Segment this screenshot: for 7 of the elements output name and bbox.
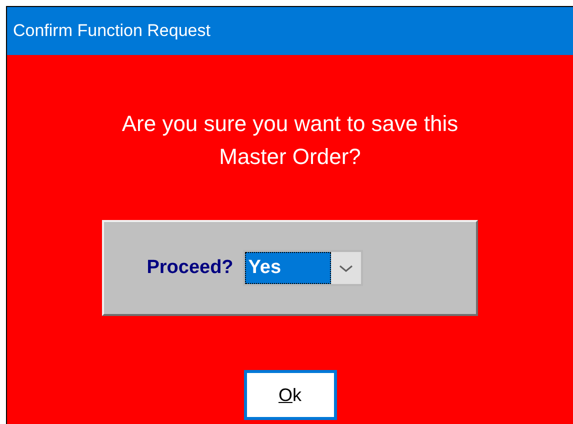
window-title: Confirm Function Request bbox=[13, 20, 210, 42]
ok-button[interactable]: Ok bbox=[244, 370, 336, 420]
proceed-dropdown[interactable]: Yes bbox=[243, 250, 364, 286]
proceed-label: Proceed? bbox=[146, 256, 234, 280]
dropdown-value: Yes bbox=[245, 252, 332, 284]
confirm-message: Are you sure you want to save this Master Order? bbox=[120, 110, 460, 171]
chevron-down-icon bbox=[331, 252, 362, 284]
